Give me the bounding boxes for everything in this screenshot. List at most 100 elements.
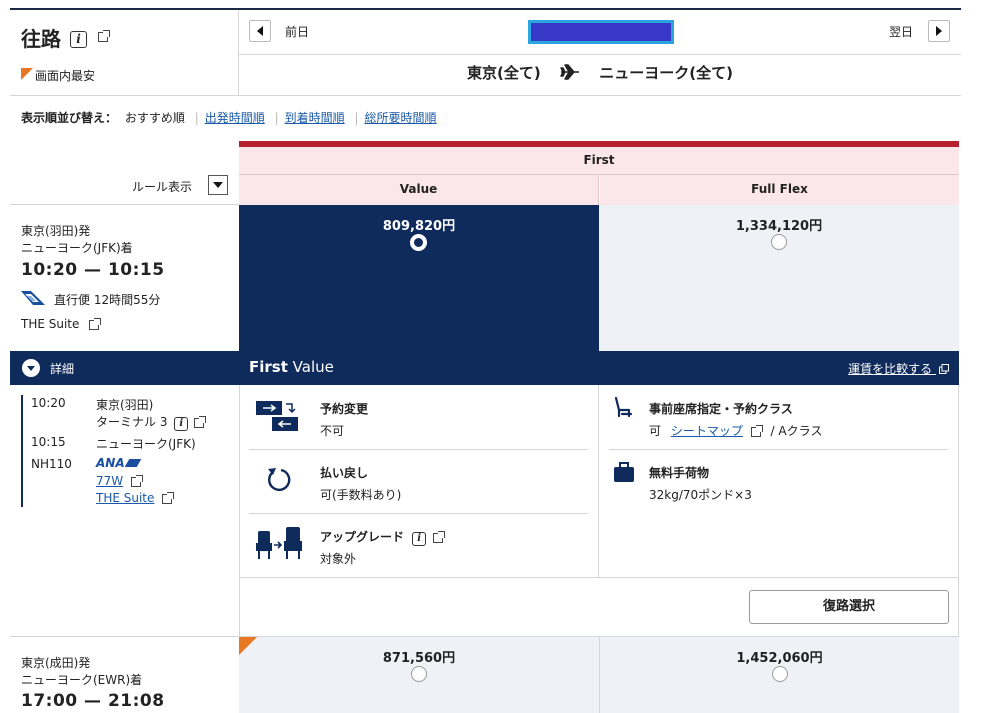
seg-dep-place: 東京(羽田) bbox=[96, 398, 154, 412]
outbound-title-text: 往路 bbox=[21, 27, 61, 51]
seg-product[interactable]: THE Suite bbox=[96, 491, 175, 505]
cond-upgrade-value: 対象外 bbox=[320, 552, 357, 566]
radio-value-selected[interactable] bbox=[410, 234, 427, 251]
top-rule bbox=[10, 8, 961, 10]
select-return-button[interactable]: 復路選択 bbox=[749, 590, 949, 624]
seg-aircraft[interactable]: 77W bbox=[96, 474, 143, 488]
cond-change-value: 不可 bbox=[320, 424, 345, 438]
flight1-times: 10:20 — 10:15 bbox=[21, 260, 165, 280]
ana-tail-icon bbox=[21, 291, 45, 305]
header-hdivider bbox=[239, 54, 961, 55]
flight2-radio-value[interactable] bbox=[411, 666, 427, 682]
chevron-down-icon bbox=[213, 182, 223, 188]
terminal-info-icon[interactable]: i bbox=[174, 417, 189, 431]
sort-departure-link[interactable]: 出発時間順 bbox=[205, 111, 265, 125]
header-bottom-divider bbox=[10, 95, 961, 96]
sort-duration-link[interactable]: 総所要時間順 bbox=[365, 111, 437, 125]
sort-label: 表示順並び替え： bbox=[21, 111, 118, 125]
fare-cell-value-selected[interactable]: 809,820円 bbox=[239, 205, 599, 351]
price-fullflex: 1,334,120円 bbox=[735, 219, 823, 234]
flight1-top-divider bbox=[10, 204, 239, 205]
flight1-arrival: ニューヨーク(JFK)着 bbox=[21, 241, 133, 255]
airplane-icon bbox=[560, 64, 579, 80]
seg-dep-time: 10:20 bbox=[31, 396, 66, 410]
flight2-fare-cell-value[interactable]: 871,560円 bbox=[239, 637, 599, 713]
flight2-departure: 東京(成田)発 bbox=[21, 656, 91, 670]
flight1-product-label[interactable]: THE Suite bbox=[21, 317, 79, 331]
route-to: ニューヨーク(全て) bbox=[599, 64, 733, 82]
external-link-icon[interactable] bbox=[162, 491, 175, 504]
flight2-price-value: 871,560円 bbox=[382, 651, 456, 666]
compare-fares-link[interactable]: 運賃を比較する bbox=[848, 360, 949, 377]
cond-refund-title: 払い戻し bbox=[320, 466, 369, 480]
rules-toggle-button[interactable] bbox=[208, 175, 228, 195]
collapse-icon bbox=[22, 359, 40, 377]
ticket-change-icon bbox=[256, 401, 298, 431]
external-link-icon[interactable] bbox=[97, 30, 110, 42]
flight2-fare-cell-fullflex[interactable]: 1,452,060円 bbox=[599, 637, 959, 713]
cond-upgrade-title: アップグレード i bbox=[320, 528, 446, 546]
baggage-title: 無料手荷物 bbox=[649, 466, 710, 480]
outbound-title: 往路 i bbox=[21, 23, 110, 52]
flight1-duration: 直行便 12時間55分 bbox=[54, 293, 161, 307]
baggage-icon bbox=[614, 462, 634, 482]
cheapest-flag-icon bbox=[239, 637, 257, 655]
prev-day-button[interactable] bbox=[249, 20, 271, 42]
upgrade-seat-icon bbox=[256, 527, 302, 559]
fare-cell-fullflex[interactable]: 1,334,120円 bbox=[599, 205, 959, 351]
external-link-icon[interactable] bbox=[433, 530, 446, 543]
external-link-icon[interactable] bbox=[130, 474, 143, 487]
flight2-arrival: ニューヨーク(EWR)着 bbox=[21, 673, 143, 687]
prev-day-label[interactable]: 前日 bbox=[285, 23, 309, 40]
upgrade-info-icon[interactable]: i bbox=[412, 532, 427, 546]
price-value: 809,820円 bbox=[382, 219, 456, 234]
seatmap-link[interactable]: シートマップ bbox=[671, 424, 743, 438]
chevron-right-icon bbox=[936, 26, 942, 36]
external-link-icon[interactable] bbox=[194, 415, 207, 428]
baggage-value: 32kg/70ポンド×3 bbox=[649, 488, 752, 502]
seat-title: 事前座席指定・予約クラス bbox=[649, 402, 793, 416]
chevron-left-icon bbox=[257, 26, 263, 36]
new-window-icon bbox=[939, 364, 949, 374]
route-from: 東京(全て) bbox=[467, 64, 541, 82]
external-link-icon[interactable] bbox=[89, 317, 102, 330]
seg-terminal: ターミナル 3 i bbox=[96, 413, 207, 431]
cheapest-flag-icon bbox=[21, 68, 33, 80]
rules-label[interactable]: ルール表示 bbox=[132, 178, 192, 195]
seat-value: 可 シートマップ / Aクラス bbox=[649, 424, 823, 438]
panel-footer-divider bbox=[239, 577, 959, 578]
segment-timeline bbox=[21, 395, 23, 507]
header-divider bbox=[238, 10, 239, 96]
flight1-departure: 東京(羽田)発 bbox=[21, 224, 91, 238]
fare-column-fullflex: Full Flex bbox=[600, 175, 959, 205]
details-label: 詳細 bbox=[50, 362, 75, 376]
date-selector[interactable] bbox=[528, 20, 674, 44]
sort-arrival-link[interactable]: 到着時間順 bbox=[285, 111, 345, 125]
fare-name: First Value bbox=[249, 358, 334, 376]
seat-divider bbox=[609, 449, 948, 450]
fare-column-value: Value bbox=[239, 175, 599, 205]
fare-detail-header: First Value 運賃を比較する bbox=[239, 351, 959, 385]
info-icon[interactable]: i bbox=[69, 31, 87, 48]
cond-divider-2 bbox=[249, 513, 588, 514]
next-day-label[interactable]: 翌日 bbox=[889, 23, 913, 40]
cond-divider-1 bbox=[249, 449, 588, 450]
cabin-header: First bbox=[239, 147, 959, 175]
flight2-radio-fullflex[interactable] bbox=[772, 666, 788, 682]
cond-change-title: 予約変更 bbox=[320, 402, 369, 416]
seg-arr-place: ニューヨーク(JFK) bbox=[96, 437, 196, 451]
details-toggle[interactable]: 詳細 bbox=[10, 351, 239, 385]
radio-fullflex[interactable] bbox=[771, 234, 787, 250]
next-day-button[interactable] bbox=[928, 20, 950, 42]
external-link-icon[interactable] bbox=[750, 424, 763, 437]
seg-flight-number: NH110 bbox=[31, 457, 72, 471]
flight1-product[interactable]: THE Suite bbox=[21, 317, 102, 331]
panel-vdivider bbox=[598, 385, 599, 577]
flight2-times: 17:00 — 21:08 bbox=[21, 691, 165, 711]
sort-options: 表示順並び替え： おすすめ順 | 出発時間順 | 到着時間順 | 総所要時間順 bbox=[21, 111, 437, 125]
route-title: 東京(全て) ニューヨーク(全て) bbox=[239, 62, 961, 83]
cheapest-label: 画面内最安 bbox=[35, 69, 96, 83]
cond-refund-value: 可(手数料あり) bbox=[320, 488, 402, 502]
seat-icon bbox=[614, 396, 633, 418]
refund-icon bbox=[268, 468, 291, 491]
